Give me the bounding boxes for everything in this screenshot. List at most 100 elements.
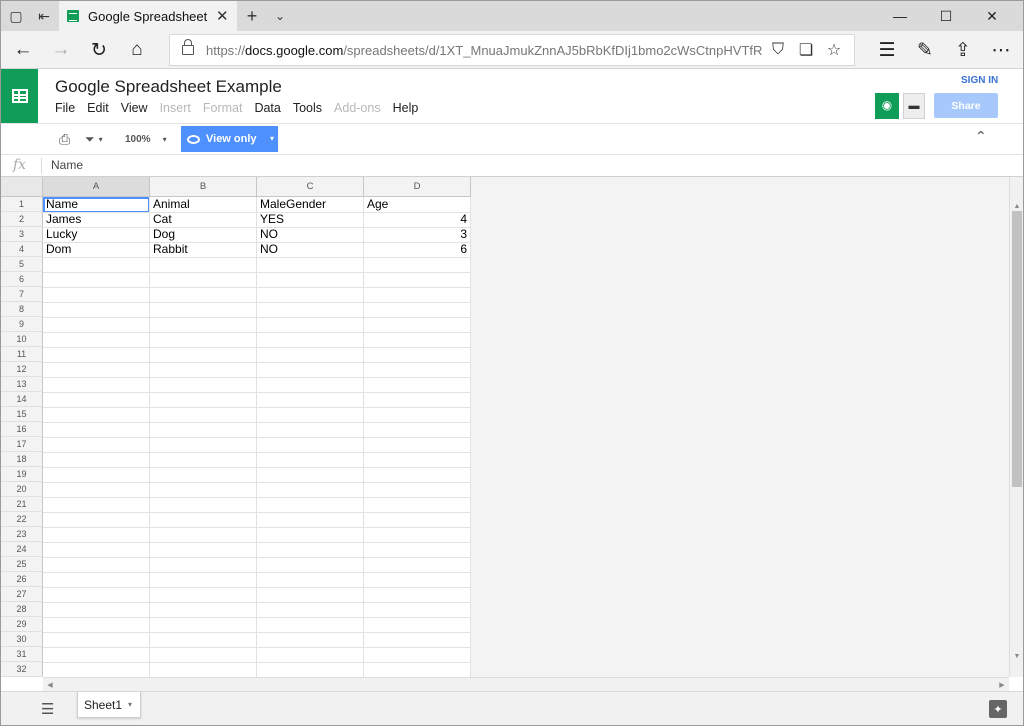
cell-b4[interactable]: Rabbit — [150, 242, 256, 257]
row-header[interactable]: 14 — [1, 392, 43, 407]
row-header[interactable]: 6 — [1, 272, 43, 287]
row-header[interactable]: 29 — [1, 617, 43, 632]
browser-tab[interactable]: Google Spreadsheet Example ✕ — [59, 1, 237, 31]
address-bar[interactable]: https://docs.google.com/spreadsheets/d/1… — [169, 34, 855, 66]
cell-c2[interactable]: YES — [257, 212, 363, 227]
menu-help[interactable]: Help — [393, 101, 419, 115]
row-header[interactable]: 17 — [1, 437, 43, 452]
zoom-select[interactable]: 100% ▾ — [125, 129, 167, 149]
row-header[interactable]: 22 — [1, 512, 43, 527]
close-window-icon[interactable]: ✕ — [969, 1, 1015, 31]
cell-b2[interactable]: Cat — [150, 212, 256, 227]
more-icon[interactable]: ⋯ — [983, 35, 1019, 65]
cell-c1[interactable]: MaleGender — [257, 197, 363, 212]
back-icon[interactable]: ← — [5, 35, 41, 65]
cell-d4[interactable]: 6 — [364, 242, 470, 257]
scroll-right-icon[interactable]: ▶ — [995, 678, 1009, 691]
row-header[interactable]: 12 — [1, 362, 43, 377]
row-header[interactable]: 32 — [1, 662, 43, 677]
sheet-tab[interactable]: Sheet1 ▾ — [77, 692, 141, 718]
cell-a3[interactable]: Lucky — [43, 227, 149, 242]
cell-d3[interactable]: 3 — [364, 227, 470, 242]
forward-icon[interactable]: → — [43, 35, 79, 65]
row-header[interactable]: 18 — [1, 452, 43, 467]
menu-file[interactable]: File — [55, 101, 75, 115]
menu-view[interactable]: View — [121, 101, 148, 115]
row-header[interactable]: 5 — [1, 257, 43, 272]
cell-d2[interactable]: 4 — [364, 212, 470, 227]
scroll-down-icon[interactable]: ▼ — [1010, 649, 1023, 663]
row-header[interactable]: 19 — [1, 467, 43, 482]
share-button[interactable]: Share — [934, 93, 998, 118]
print-icon[interactable]: ⎙ — [59, 129, 70, 149]
sign-in-link[interactable]: SIGN IN — [961, 75, 998, 86]
row-header[interactable]: 4 — [1, 242, 43, 257]
row-header[interactable]: 20 — [1, 482, 43, 497]
explore-icon[interactable]: ✦ — [989, 700, 1007, 718]
cell-d1[interactable]: Age — [364, 197, 470, 212]
row-header[interactable]: 26 — [1, 572, 43, 587]
row-header[interactable]: 24 — [1, 542, 43, 557]
row-header[interactable]: 31 — [1, 647, 43, 662]
select-all-corner[interactable] — [1, 177, 43, 197]
row-header[interactable]: 2 — [1, 212, 43, 227]
new-tab-icon[interactable]: + — [237, 1, 267, 31]
cell-a2[interactable]: James — [43, 212, 149, 227]
horizontal-scrollbar[interactable]: ◀ ▶ — [43, 677, 1009, 691]
all-sheets-icon[interactable]: ☰ — [41, 700, 54, 718]
scroll-left-icon[interactable]: ◀ — [43, 678, 57, 691]
tab-list-icon[interactable]: ⌄ — [265, 1, 295, 31]
share-icon[interactable]: ⇪ — [945, 35, 981, 65]
filter-icon[interactable]: ⏷ ▾ — [85, 129, 103, 149]
favorite-icon[interactable]: ☆ — [822, 39, 846, 61]
minimize-icon[interactable]: — — [877, 1, 923, 31]
home-icon[interactable]: ⌂ — [119, 35, 155, 65]
menu-format[interactable]: Format — [203, 101, 243, 115]
row-header[interactable]: 25 — [1, 557, 43, 572]
row-header[interactable]: 16 — [1, 422, 43, 437]
cell-a4[interactable]: Dom — [43, 242, 149, 257]
menu-insert[interactable]: Insert — [160, 101, 191, 115]
cell-c4[interactable]: NO — [257, 242, 363, 257]
maximize-icon[interactable]: ☐ — [923, 1, 969, 31]
menu-edit[interactable]: Edit — [87, 101, 109, 115]
row-header[interactable]: 15 — [1, 407, 43, 422]
menu-add-ons[interactable]: Add-ons — [334, 101, 381, 115]
column-header-d[interactable]: D — [364, 177, 471, 197]
row-header[interactable]: 27 — [1, 587, 43, 602]
row-header[interactable]: 21 — [1, 497, 43, 512]
column-header-b[interactable]: B — [150, 177, 257, 197]
cell-b3[interactable]: Dog — [150, 227, 256, 242]
cell-c3[interactable]: NO — [257, 227, 363, 242]
row-header[interactable]: 3 — [1, 227, 43, 242]
row-header[interactable]: 30 — [1, 632, 43, 647]
reading-view-icon[interactable]: ❏ — [794, 39, 818, 61]
cell-a1[interactable]: Name — [43, 197, 149, 212]
pen-icon[interactable]: ✎ — [907, 35, 943, 65]
menu-data[interactable]: Data — [254, 101, 280, 115]
row-header[interactable]: 23 — [1, 527, 43, 542]
column-header-c[interactable]: C — [257, 177, 364, 197]
row-header[interactable]: 8 — [1, 302, 43, 317]
row-header[interactable]: 9 — [1, 317, 43, 332]
tracking-icon[interactable]: ⛉ — [766, 39, 790, 61]
collapse-header-icon[interactable]: ⌃ — [975, 128, 987, 145]
row-header[interactable]: 11 — [1, 347, 43, 362]
row-header[interactable]: 10 — [1, 332, 43, 347]
refresh-icon[interactable]: ↻ — [81, 35, 117, 65]
anonymous-user-icon[interactable]: ◉ — [875, 93, 899, 119]
vertical-scrollbar[interactable]: ▲ ▼ — [1009, 177, 1023, 677]
row-header[interactable]: 28 — [1, 602, 43, 617]
formula-input[interactable]: Name — [51, 158, 83, 172]
cell-b1[interactable]: Animal — [150, 197, 256, 212]
row-header[interactable]: 7 — [1, 287, 43, 302]
menu-tools[interactable]: Tools — [293, 101, 322, 115]
sheets-logo[interactable] — [1, 69, 38, 123]
view-only-button[interactable]: View only ▾ — [181, 126, 278, 152]
vertical-scroll-thumb[interactable] — [1012, 211, 1022, 487]
favorites-hub-icon[interactable]: ☰ — [869, 35, 905, 65]
column-header-a[interactable]: A — [43, 177, 150, 197]
close-tab-icon[interactable]: ✕ — [216, 7, 229, 25]
tab-preview-icon[interactable]: ⇤ — [29, 1, 59, 31]
comments-icon[interactable]: ▬ — [903, 93, 925, 119]
